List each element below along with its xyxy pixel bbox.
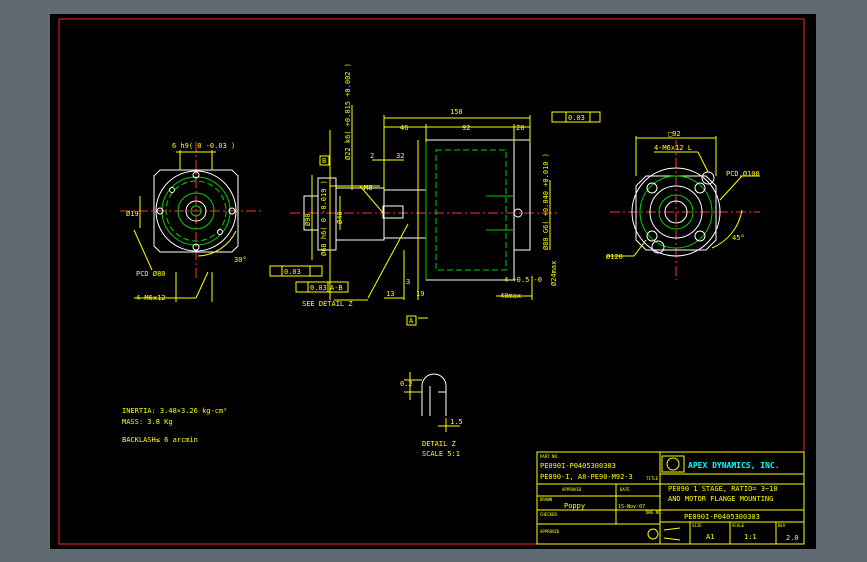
left-angle: 30° bbox=[234, 256, 247, 264]
drawing-sheet: INERTIA: 3.48×3.26 kg-cm² MASS: 3.8 Kg B… bbox=[58, 18, 805, 545]
tb-approved-label: APPROVED bbox=[562, 487, 582, 492]
note-backlash: BACKLASH≤ 6 arcmin bbox=[122, 436, 198, 444]
right-end-view bbox=[606, 136, 760, 280]
dim-4: 4 +0.5 -0 bbox=[504, 276, 542, 284]
shaft-dia-68: Ø68 h6( 0 -0.019 ) bbox=[320, 180, 328, 256]
tb-scale: 1:1 bbox=[744, 533, 757, 541]
dim-19: 19 bbox=[416, 290, 424, 298]
detail-scale: SCALE 5:1 bbox=[422, 450, 460, 458]
tb-part-no-2: PE090-I, A8-PE90-M92-3 bbox=[540, 473, 633, 481]
tb-title-label: TITLE bbox=[646, 476, 659, 481]
detail-dim-a: 0.2 bbox=[400, 380, 413, 388]
tol-perp-a: 0.03 bbox=[284, 268, 301, 276]
tb-part-no-1: PE090I-P0405300303 bbox=[540, 462, 616, 470]
right-dia: Ø120 bbox=[606, 253, 623, 261]
tb-company: APEX DYNAMICS, INC. bbox=[688, 461, 780, 470]
left-pcd: PCD Ø80 bbox=[136, 270, 166, 278]
dim-32: 32 bbox=[396, 152, 404, 160]
tb-size-label: SIZE bbox=[692, 523, 702, 528]
dia-24max: Ø24max bbox=[550, 261, 558, 286]
left-shaft-dim: Ø19 bbox=[126, 210, 139, 218]
dim-13: 13 bbox=[386, 290, 394, 298]
left-key-width: 6 h9( 0 -0.03 ) bbox=[172, 142, 235, 150]
dim-3: 3 bbox=[406, 278, 410, 286]
title-block: PART NO. PE090I-P0405300303 PE090-I, A8-… bbox=[540, 454, 799, 542]
tol-perp-ab-ref: A-B bbox=[330, 284, 343, 292]
shaft-dia-22: Ø22 k6( +0.015 +0.002 ) bbox=[344, 63, 352, 160]
dim-overall: 158 bbox=[450, 108, 463, 116]
datum-b: B bbox=[322, 157, 326, 165]
right-holes: 4-M6x12 L bbox=[654, 144, 692, 152]
tb-dwg-no-label: DWG NO. bbox=[646, 510, 663, 515]
dim-40max: 40max bbox=[500, 292, 521, 300]
tol-perp-ab: 0.03 bbox=[310, 284, 327, 292]
tb-date-label: DATE bbox=[620, 487, 630, 492]
right-pcd: PCD Ø100 bbox=[726, 170, 760, 178]
dim-m8: M8 bbox=[364, 184, 372, 192]
left-holes: 4-M6x12 bbox=[136, 294, 166, 302]
right-square: □92 bbox=[668, 130, 681, 138]
tb-drawn-by: Poppy bbox=[564, 502, 585, 510]
motor-bore: Ø80 G6( +0.040 +0.010 ) bbox=[542, 153, 550, 250]
tb-title-2: AND MOTOR FLANGE MOUNTING bbox=[668, 495, 773, 503]
detail-title: DETAIL Z bbox=[422, 440, 456, 448]
dim-2: 2 bbox=[370, 152, 374, 160]
tb-date: 15-Nov-07 bbox=[618, 504, 645, 510]
dim-20: 20 bbox=[516, 124, 524, 132]
tol-parallel: 0.03 bbox=[568, 114, 585, 122]
tb-approved2-label: APPROVED bbox=[540, 529, 560, 534]
tb-part-no-label: PART NO. bbox=[540, 454, 559, 459]
dia-90: Ø90 bbox=[304, 213, 312, 226]
tb-checked-label: CHECKED bbox=[540, 512, 557, 517]
left-end-view bbox=[120, 142, 262, 302]
dim-92: 92 bbox=[462, 124, 470, 132]
tb-dwg-no: PE090I-P0405300303 bbox=[684, 513, 760, 521]
detail-dim-b: 1.5 bbox=[450, 418, 463, 426]
tb-rev: 2.0 bbox=[786, 534, 799, 542]
datum-a: A bbox=[409, 317, 414, 325]
note-mass: MASS: 3.8 Kg bbox=[122, 418, 173, 426]
right-angle: 45° bbox=[732, 234, 745, 242]
dim-46: 46 bbox=[400, 124, 408, 132]
tb-size: A1 bbox=[706, 533, 714, 541]
tb-drawn-label: DRAWN bbox=[540, 497, 553, 502]
tb-rev-label: REV bbox=[778, 523, 786, 528]
note-inertia: INERTIA: 3.48×3.26 kg-cm² bbox=[122, 407, 227, 415]
tb-scale-label: SCALE bbox=[732, 523, 745, 528]
see-detail: SEE DETAIL Z bbox=[302, 300, 353, 308]
dia-40: Ø40 bbox=[336, 211, 344, 224]
tb-title-1: PE090 1 STAGE, RATIO= 3~10 bbox=[668, 485, 778, 493]
